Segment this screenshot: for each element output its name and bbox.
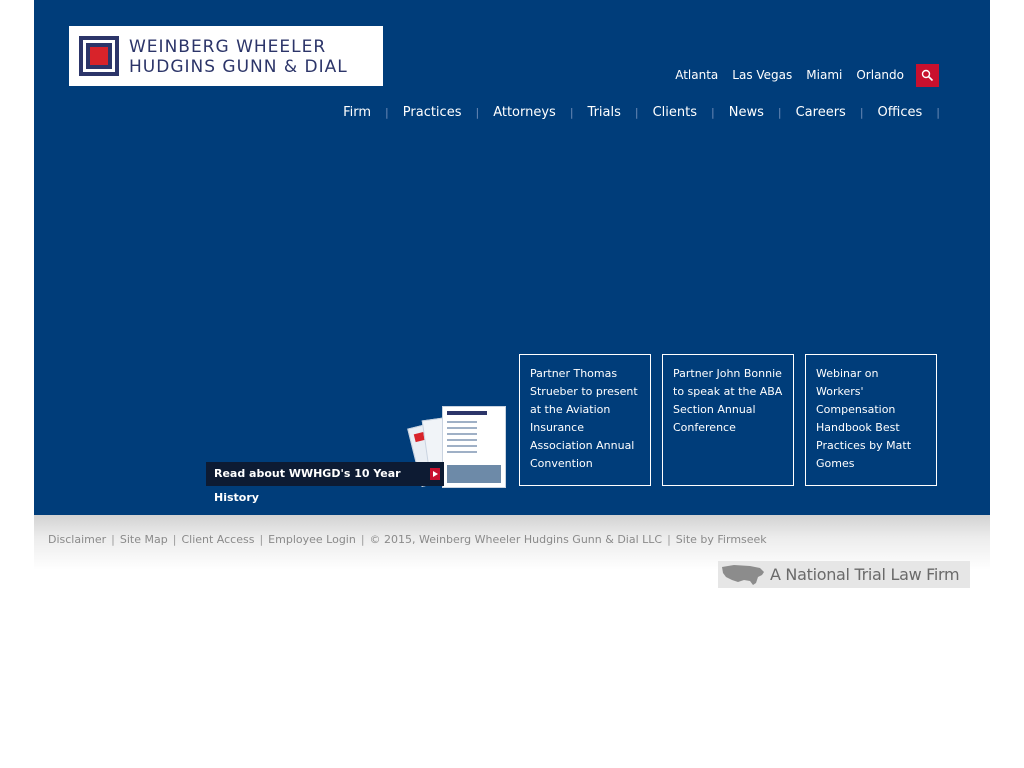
news-item[interactable]: Webinar on Workers' Compensation Handboo… — [805, 354, 937, 486]
footer-link-employee-login[interactable]: Employee Login — [268, 533, 356, 546]
tagline-banner: A National Trial Law Firm — [718, 561, 970, 588]
logo-mark-icon — [79, 36, 119, 76]
footer-link-firmseek[interactable]: Site by Firmseek — [676, 533, 767, 546]
office-link-miami[interactable]: Miami — [806, 68, 842, 82]
logo-line-2: HUDGINS GUNN & DIAL — [129, 57, 348, 77]
news-item[interactable]: Partner John Bonnie to speak at the ABA … — [662, 354, 794, 486]
tagline-text: A National Trial Law Firm — [770, 565, 960, 584]
history-banner-link[interactable]: Read about WWHGD's 10 Year History — [206, 462, 444, 504]
header-frame: WEINBERG WHEELER HUDGINS GUNN & DIAL Atl… — [34, 0, 990, 515]
footer-link-client-access[interactable]: Client Access — [181, 533, 254, 546]
nav-clients[interactable]: Clients — [639, 105, 711, 120]
history-banner-text: Read about WWHGD's 10 Year History — [214, 467, 401, 504]
footer-copyright: © 2015, Weinberg Wheeler Hudgins Gunn & … — [369, 533, 663, 546]
search-button[interactable] — [916, 64, 939, 87]
office-links: Atlanta Las Vegas Miami Orlando — [675, 68, 904, 82]
footer-divider: | — [667, 533, 671, 546]
main-nav: Firm | Practices | Attorneys | Trials | … — [329, 105, 940, 120]
footer-link-disclaimer[interactable]: Disclaimer — [48, 533, 106, 546]
nav-divider: | — [936, 106, 940, 119]
nav-news[interactable]: News — [715, 105, 778, 120]
footer-links: Disclaimer | Site Map | Client Access | Employ… — [48, 533, 767, 546]
nav-careers[interactable]: Careers — [782, 105, 860, 120]
nav-offices[interactable]: Offices — [864, 105, 937, 120]
footer-divider: | — [259, 533, 264, 546]
footer-divider: | — [172, 533, 177, 546]
office-link-orlando[interactable]: Orlando — [856, 68, 904, 82]
us-map-icon — [722, 565, 764, 585]
nav-attorneys[interactable]: Attorneys — [479, 105, 570, 120]
office-link-las-vegas[interactable]: Las Vegas — [732, 68, 792, 82]
footer-link-site-map[interactable]: Site Map — [120, 533, 168, 546]
logo-wordmark: WEINBERG WHEELER HUDGINS GUNN & DIAL — [129, 37, 379, 77]
footer-divider: | — [111, 533, 115, 546]
nav-practices[interactable]: Practices — [389, 105, 476, 120]
footer-divider: | — [360, 533, 365, 546]
office-link-atlanta[interactable]: Atlanta — [675, 68, 718, 82]
arrow-right-icon — [430, 468, 440, 480]
firm-logo[interactable]: WEINBERG WHEELER HUDGINS GUNN & DIAL — [69, 26, 383, 86]
search-icon — [921, 69, 934, 82]
news-item[interactable]: Partner Thomas Strueber to present at th… — [519, 354, 651, 486]
nav-trials[interactable]: Trials — [574, 105, 635, 120]
nav-firm[interactable]: Firm — [329, 105, 385, 120]
logo-line-1: WEINBERG WHEELER — [129, 37, 327, 57]
